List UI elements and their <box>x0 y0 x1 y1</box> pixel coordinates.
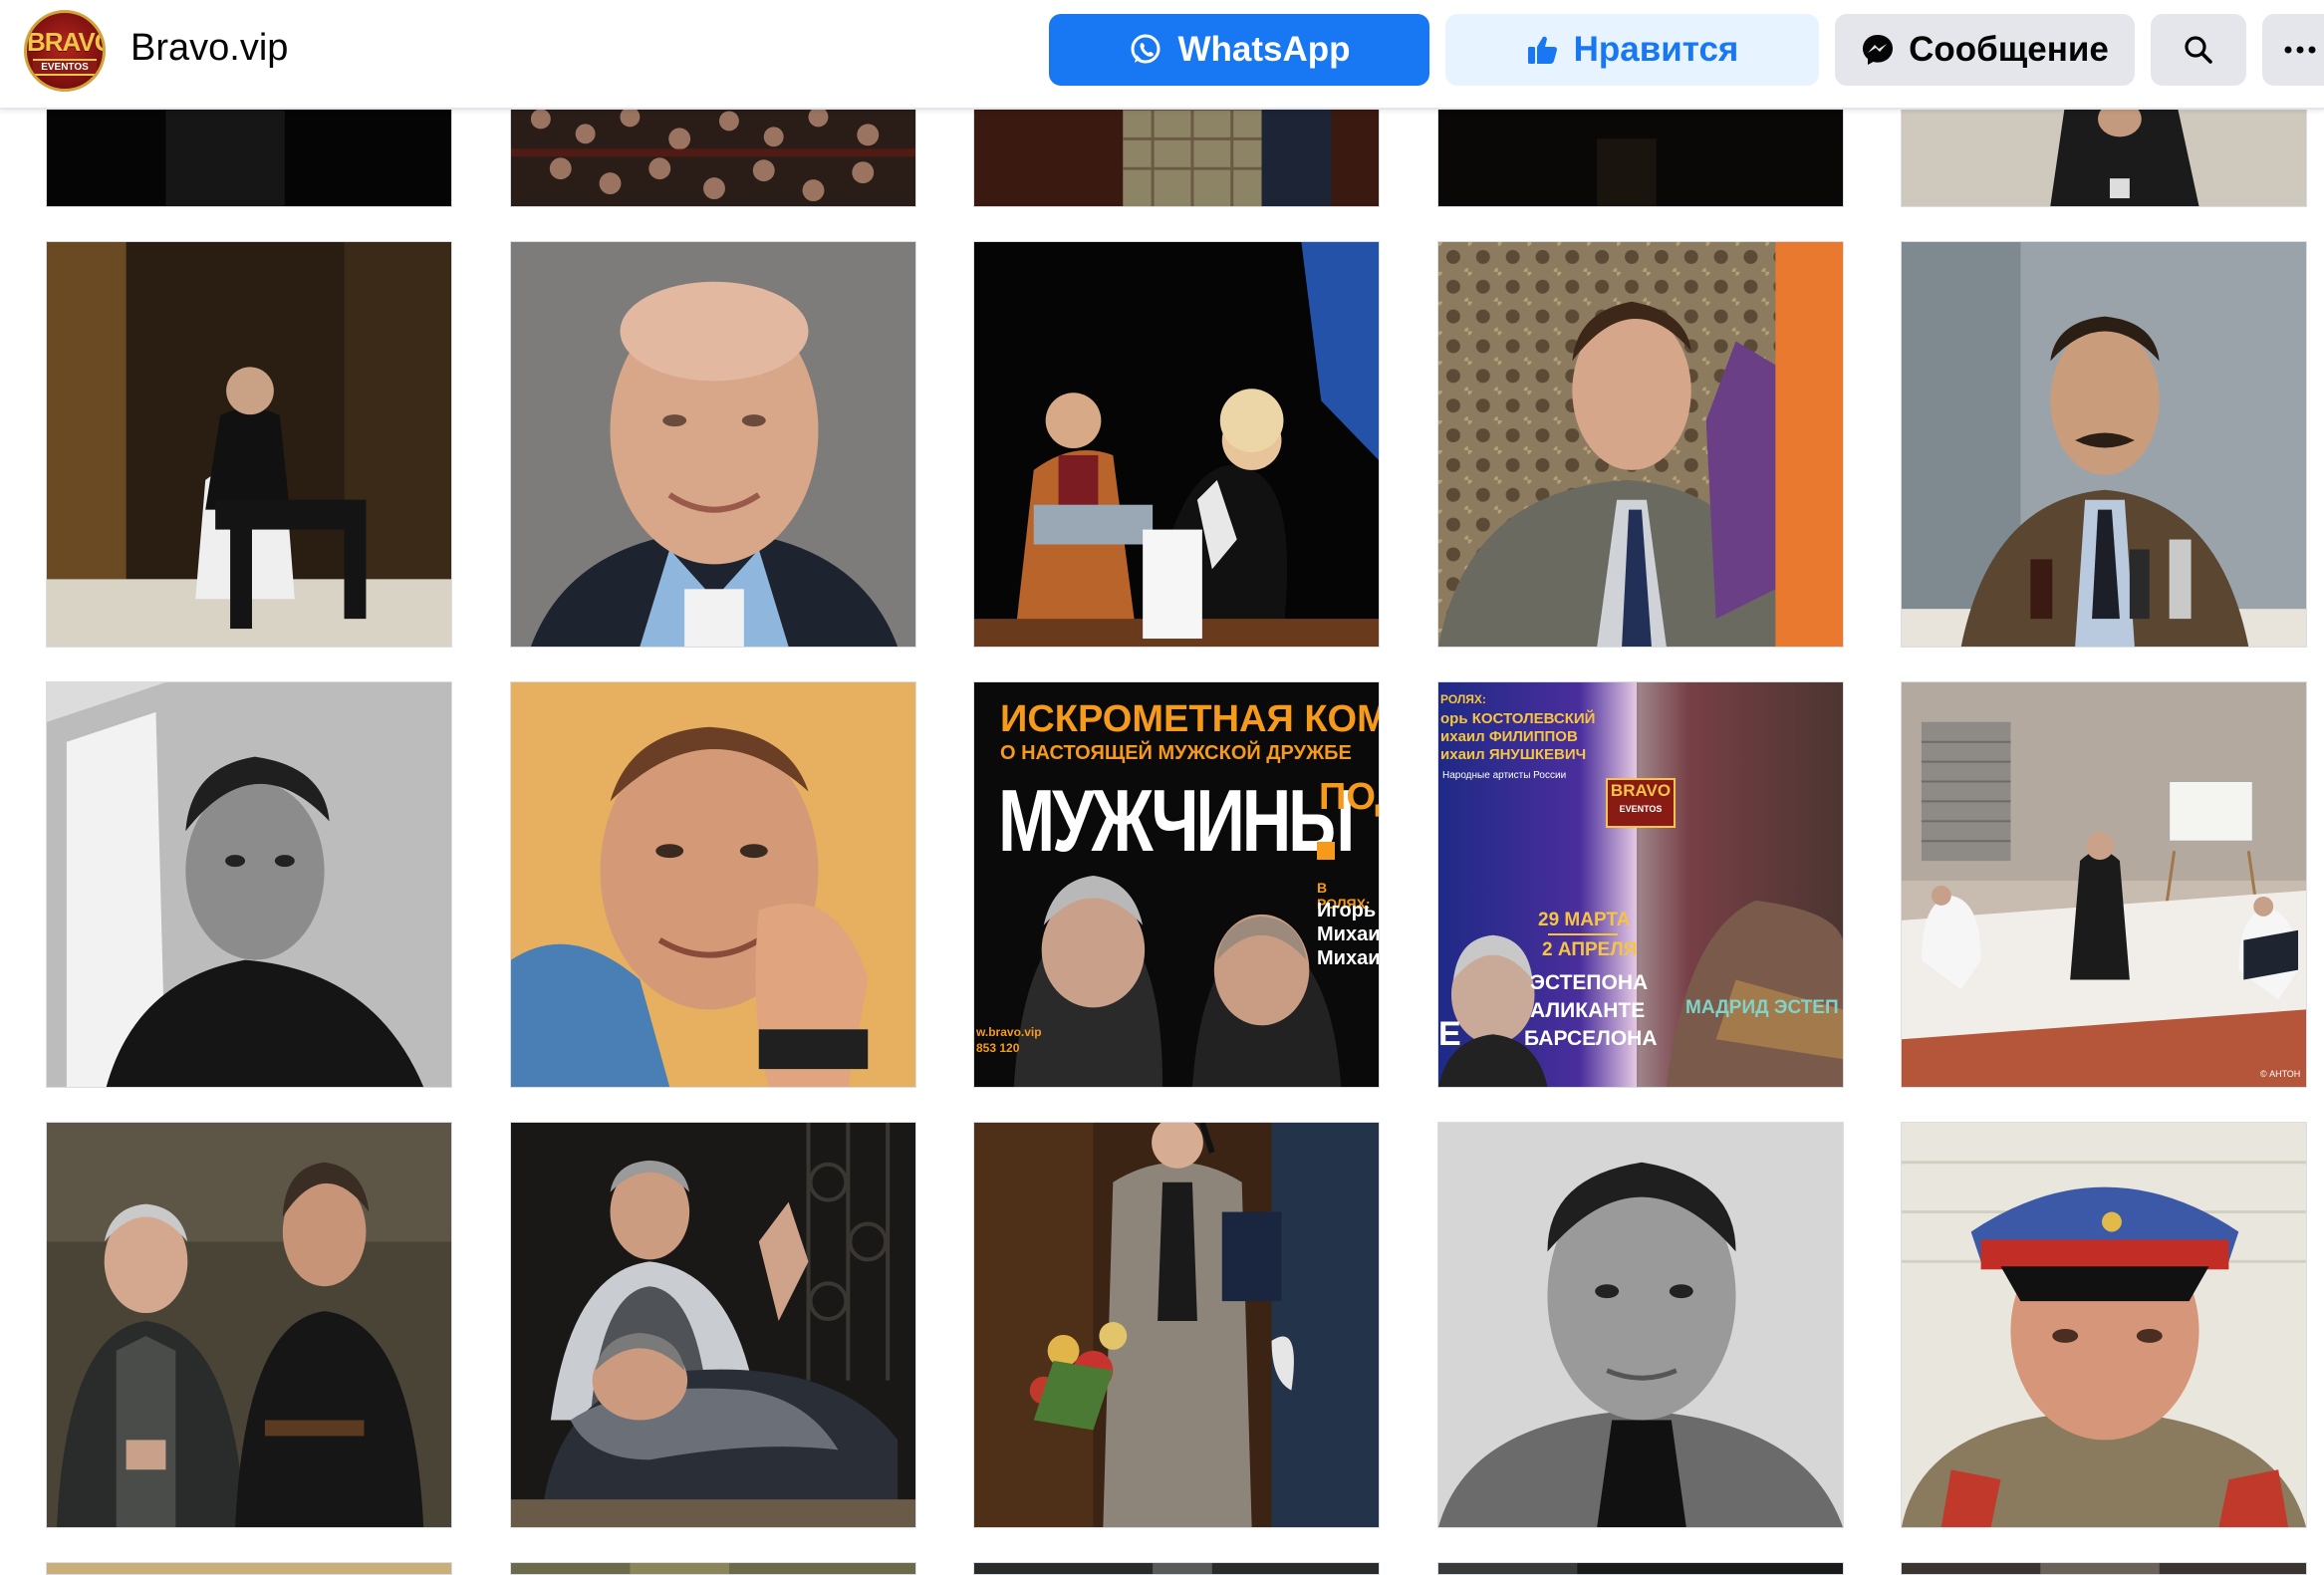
photo-row5-1[interactable] <box>46 1562 452 1575</box>
page-header: BRAVO EVENTOS Bravo.vip WhatsApp Нравитс… <box>0 0 2324 110</box>
photo-officer-cap-portrait[interactable] <box>1901 1122 2307 1528</box>
photo-two-actors-stage[interactable] <box>46 1122 452 1528</box>
poster-tour[interactable]: РОЛЯХ: орь КОСТОЛЕВСКИЙ ихаил ФИЛИППОВ и… <box>1437 681 1844 1088</box>
poster-tour-cast-label: РОЛЯХ: <box>1440 692 1486 706</box>
poster-comedy-cast-1: Игорь <box>1317 900 1377 921</box>
poster-tour-footer: МАДРИД ЭСТЕП <box>1685 997 1839 1018</box>
photo-bw-portrait-young[interactable] <box>46 681 452 1088</box>
whatsapp-icon <box>1128 32 1163 68</box>
like-button[interactable]: Нравится <box>1445 14 1819 86</box>
photo-stage-white-set[interactable]: © АНТОН <box>1901 681 2307 1088</box>
photo-sleeping-actor-stage[interactable] <box>510 1122 916 1528</box>
messenger-icon <box>1861 33 1895 67</box>
search-button[interactable] <box>2151 14 2246 86</box>
poster-tour-date-2: 2 АПРЕЛЯ <box>1542 939 1638 960</box>
poster-tour-city-1: ЭСТЕПОНА <box>1530 971 1649 994</box>
like-label: Нравится <box>1573 30 1739 69</box>
poster-comedy-title: МУЖЧИНЫ <box>998 771 1355 870</box>
photo-hand-on-chin-portrait[interactable] <box>510 681 916 1088</box>
poster-tour-logo: BRAVO EVENTOS <box>1606 778 1676 828</box>
poster-comedy-cast-3: Михаил <box>1317 947 1380 969</box>
photo-smiling-portrait[interactable] <box>510 241 916 648</box>
photo-row5-2[interactable] <box>510 1562 916 1575</box>
more-dots-icon <box>2282 45 2322 55</box>
poster-tour-note: Народные артисты России <box>1442 770 1567 781</box>
photo-bw-portrait-mature[interactable] <box>1437 1122 1844 1528</box>
photo-watermark: © АНТОН <box>2260 1069 2301 1079</box>
whatsapp-label: WhatsApp <box>1177 30 1351 69</box>
page-logo[interactable]: BRAVO EVENTOS <box>24 10 106 92</box>
poster-tour-logo-top: BRAVO <box>1610 781 1672 800</box>
photo-row5-5[interactable] <box>1901 1562 2307 1575</box>
poster-comedy-subhead: О НАСТОЯЩЕЙ МУЖСКОЙ ДРУЖБЕ <box>1000 742 1352 764</box>
thumbs-up-icon <box>1526 33 1560 67</box>
photo-actors-on-stage-couple[interactable] <box>973 241 1380 648</box>
poster-tour-divider <box>1548 933 1618 935</box>
photo-actor-seated-stage[interactable] <box>46 241 452 648</box>
page-title[interactable]: Bravo.vip <box>130 27 288 70</box>
poster-comedy-headline: ИСКРОМЕТНАЯ КОМЕ <box>1000 698 1380 740</box>
photo-row5-3[interactable] <box>973 1562 1380 1575</box>
poster-comedy-cast-2: Михаил <box>1317 923 1380 945</box>
more-button[interactable] <box>2262 14 2324 86</box>
message-label: Сообщение <box>1909 30 2109 69</box>
message-button[interactable]: Сообщение <box>1835 14 2135 86</box>
logo-text-bottom: EVENTOS <box>33 59 97 76</box>
poster-tour-cast-1: орь КОСТОЛЕВСКИЙ <box>1440 710 1596 727</box>
photo-man-with-purple-knit[interactable] <box>1437 241 1844 648</box>
poster-tour-city-2: АЛИКАНТЕ <box>1530 999 1646 1022</box>
photo-row5-4[interactable] <box>1437 1562 1844 1575</box>
photo-actor-with-flowers[interactable] <box>973 1122 1380 1528</box>
photo-man-with-mustache-bottles[interactable] <box>1901 241 2307 648</box>
search-icon <box>2182 33 2215 67</box>
poster-comedy-phone: 853 120 <box>976 1041 1020 1055</box>
poster-tour-cast-2: ихаил ФИЛИППОВ <box>1440 728 1578 745</box>
poster-tour-left-fragment: E <box>1438 1015 1461 1053</box>
logo-text-top: BRAVO <box>27 27 106 57</box>
poster-comedy-title-tail: ПОД <box>1319 776 1379 818</box>
poster-comedy-dot <box>1317 842 1335 860</box>
poster-tour-date-1: 29 МАРТА <box>1538 910 1631 930</box>
poster-comedy[interactable]: ИСКРОМЕТНАЯ КОМЕ О НАСТОЯЩЕЙ МУЖСКОЙ ДРУ… <box>973 681 1380 1088</box>
whatsapp-button[interactable]: WhatsApp <box>1049 14 1429 86</box>
poster-tour-city-3: БАРСЕЛОНА <box>1524 1027 1658 1050</box>
poster-tour-logo-bottom: EVENTOS <box>1619 804 1663 814</box>
poster-comedy-site: w.bravo.vip <box>976 1025 1042 1039</box>
poster-tour-cast-3: ихаил ЯНУШКЕВИЧ <box>1440 746 1587 763</box>
